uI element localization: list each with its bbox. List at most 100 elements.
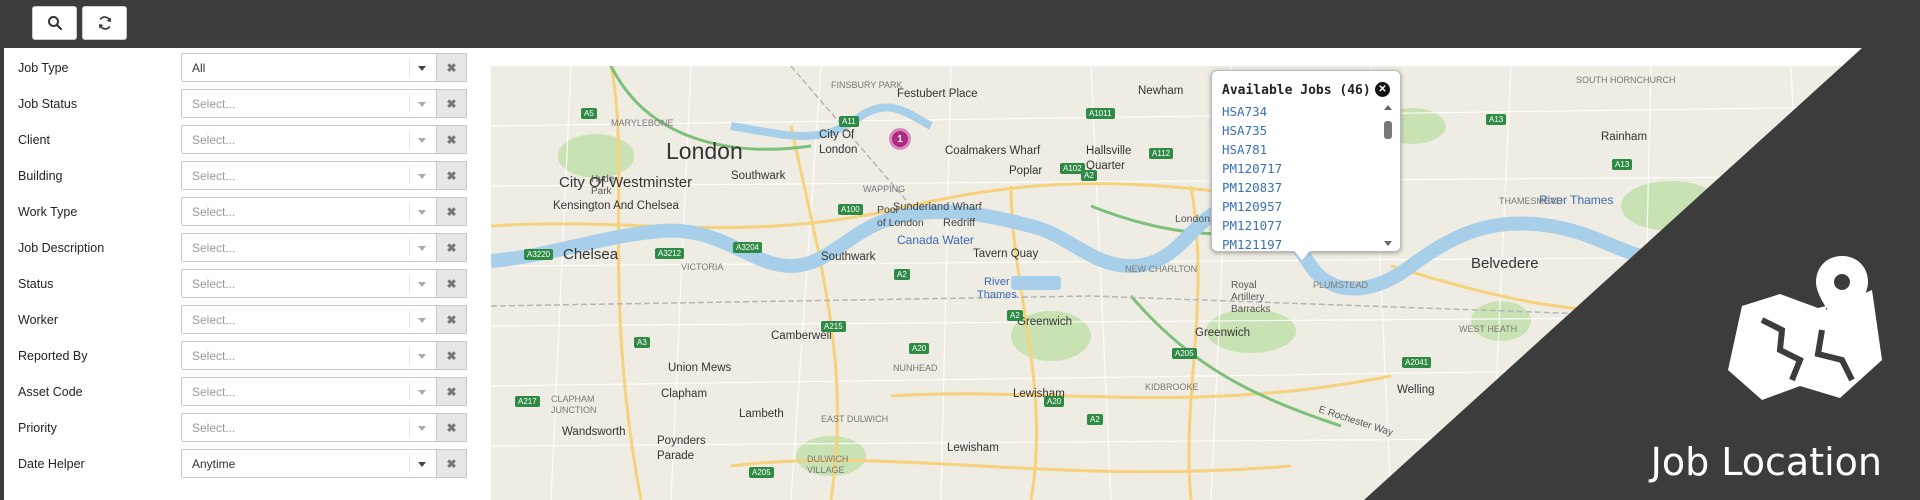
place-label: Kensington And Chelsea: [553, 200, 679, 212]
filter-value: Select...: [192, 97, 236, 111]
filter-select[interactable]: Anytime: [181, 449, 437, 478]
job-link[interactable]: PM120837: [1222, 178, 1382, 197]
clear-filter-button[interactable]: ✖: [437, 233, 467, 262]
road-shield: A20: [1044, 396, 1065, 407]
search-button[interactable]: [32, 6, 77, 40]
place-label: Royal Artillery Barracks: [1231, 280, 1271, 315]
place-label: Belvedere: [1471, 255, 1539, 272]
divider: [409, 455, 410, 473]
job-link[interactable]: PM120717: [1222, 159, 1382, 178]
scroll-down-arrow[interactable]: [1384, 241, 1392, 246]
filter-value: Anytime: [192, 457, 236, 471]
job-cluster-marker[interactable]: 1: [889, 128, 911, 150]
job-link[interactable]: HSA734: [1222, 102, 1382, 121]
filter-value: Select...: [192, 277, 236, 291]
chevron-down-icon[interactable]: [418, 390, 426, 395]
chevron-down-icon[interactable]: [418, 102, 426, 107]
place-label: Pool of London: [877, 204, 924, 229]
filter-select[interactable]: Select...: [181, 233, 437, 262]
place-label: Clapham: [661, 388, 708, 400]
filter-row: Asset Code Select... ✖: [4, 377, 474, 406]
clear-filter-button[interactable]: ✖: [437, 161, 467, 190]
chevron-down-icon[interactable]: [418, 66, 426, 71]
road-shield: A13: [1612, 159, 1633, 170]
filter-select[interactable]: All: [181, 53, 437, 82]
road-shield: A2: [1087, 414, 1103, 425]
chevron-down-icon[interactable]: [418, 246, 426, 251]
clear-filter-button[interactable]: ✖: [437, 125, 467, 154]
chevron-down-icon[interactable]: [418, 426, 426, 431]
filter-label: Date Helper: [18, 457, 85, 471]
filter-select[interactable]: Select...: [181, 197, 437, 226]
filter-value: Select...: [192, 385, 236, 399]
filter-select[interactable]: Select...: [181, 161, 437, 190]
divider: [409, 95, 410, 113]
clear-filter-button[interactable]: ✖: [437, 269, 467, 298]
place-label: MARYLEBONE: [611, 118, 674, 128]
place-label: Hyde Park: [591, 174, 615, 197]
clear-filter-button[interactable]: ✖: [437, 89, 467, 118]
place-label: London: [666, 138, 743, 164]
clear-filter-button[interactable]: ✖: [437, 53, 467, 82]
filter-select[interactable]: Select...: [181, 341, 437, 370]
filter-label: Client: [18, 133, 50, 147]
place-label: NEW CHARLTON: [1125, 264, 1198, 274]
clear-filter-button[interactable]: ✖: [437, 341, 467, 370]
divider: [409, 419, 410, 437]
chevron-down-icon[interactable]: [418, 174, 426, 179]
clear-filter-button[interactable]: ✖: [437, 377, 467, 406]
chevron-down-icon[interactable]: [418, 282, 426, 287]
filter-panel: Job Type All ✖ Job Status Select... ✖ Client Se…: [4, 48, 474, 500]
place-label: Lambeth: [739, 408, 784, 420]
popup-tail: [1294, 251, 1310, 260]
job-link[interactable]: PM120957: [1222, 197, 1382, 216]
chevron-down-icon[interactable]: [418, 138, 426, 143]
filter-row: Worker Select... ✖: [4, 305, 474, 334]
chevron-down-icon[interactable]: [418, 318, 426, 323]
refresh-button[interactable]: [82, 6, 127, 40]
filter-select[interactable]: Select...: [181, 125, 437, 154]
divider: [409, 311, 410, 329]
job-link[interactable]: HSA781: [1222, 140, 1382, 159]
page-title: Job Location: [1650, 440, 1882, 484]
scroll-up-arrow[interactable]: [1384, 105, 1392, 110]
divider: [409, 275, 410, 293]
filter-select[interactable]: Select...: [181, 413, 437, 442]
filter-label: Job Type: [18, 61, 69, 75]
filter-value: Select...: [192, 241, 236, 255]
map[interactable]: London City Of Westminster Kensington An…: [491, 66, 1920, 500]
popup-scrollbar[interactable]: [1384, 121, 1392, 139]
chevron-down-icon[interactable]: [418, 354, 426, 359]
place-label: Rainham: [1601, 131, 1648, 143]
filter-value: Select...: [192, 169, 236, 183]
chevron-down-icon[interactable]: [418, 210, 426, 215]
filter-row: Date Helper Anytime ✖: [4, 449, 474, 478]
clear-filter-button[interactable]: ✖: [437, 449, 467, 478]
place-label: Canada Water: [897, 233, 974, 247]
filter-row: Building Select... ✖: [4, 161, 474, 190]
filter-select[interactable]: Select...: [181, 269, 437, 298]
job-link[interactable]: PM121077: [1222, 216, 1382, 235]
clear-filter-button[interactable]: ✖: [437, 305, 467, 334]
clear-filter-button[interactable]: ✖: [437, 413, 467, 442]
close-icon[interactable]: ✕: [1375, 82, 1390, 97]
chevron-down-icon[interactable]: [418, 462, 426, 467]
filter-select[interactable]: Select...: [181, 305, 437, 334]
filter-value: Select...: [192, 133, 236, 147]
road-shield: A5: [581, 108, 597, 119]
place-label: Southwark: [821, 251, 876, 263]
filter-label: Job Description: [18, 241, 105, 255]
place-label: FINSBURY PARK: [831, 80, 903, 90]
road-shield: A205: [749, 467, 774, 478]
available-jobs-popup: Available Jobs (46) ✕ HSA734 HSA735 HSA781…: [1211, 70, 1401, 260]
place-label: KIDBROOKE: [1145, 382, 1199, 392]
place-label: EAST DULWICH: [821, 414, 889, 424]
road-shield: A205: [1172, 348, 1197, 359]
filter-select[interactable]: Select...: [181, 89, 437, 118]
filter-select[interactable]: Select...: [181, 377, 437, 406]
job-link[interactable]: HSA735: [1222, 121, 1382, 140]
road-shield: A3204: [733, 242, 763, 253]
place-label: River Thames: [977, 276, 1017, 301]
place-label: Greenwich: [1195, 327, 1250, 339]
clear-filter-button[interactable]: ✖: [437, 197, 467, 226]
